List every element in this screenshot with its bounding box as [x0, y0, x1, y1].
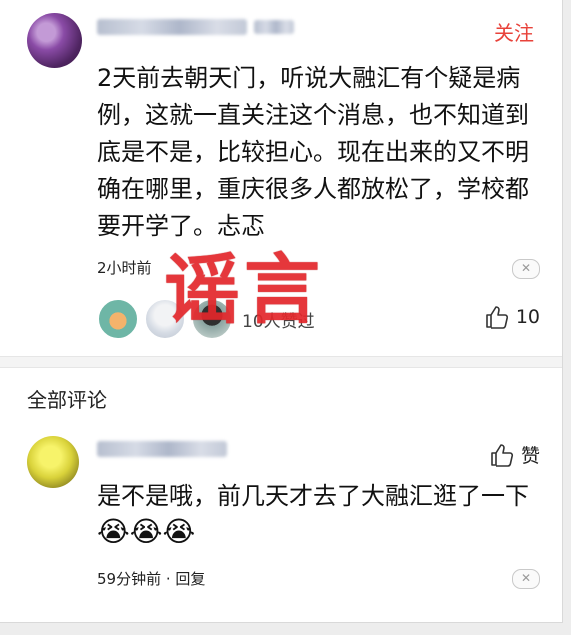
post-card: 关注 2天前去朝天门，听说大融汇有个疑是病例，这就一直关注这个消息，也不知道到底… [0, 0, 562, 356]
crying-emoji: 😭 [162, 515, 196, 548]
crying-emoji: 😭 [97, 515, 130, 548]
screenshot-frame: 关注 2天前去朝天门，听说大融汇有个疑是病例，这就一直关注这个消息，也不知道到底… [0, 0, 563, 623]
close-icon: ✕ [520, 261, 532, 275]
crying-emoji: 😭 [129, 515, 163, 548]
commenter-avatar[interactable] [27, 436, 79, 488]
post-like-button[interactable]: 10 [484, 304, 540, 330]
comment-like-label: 赞 [520, 445, 540, 467]
commenter-name-blurred[interactable] [97, 441, 227, 457]
dismiss-button[interactable]: ✕ [512, 259, 540, 279]
section-divider [0, 356, 562, 368]
comment-content: 是不是哦，前几天才去了大融汇逛了一下 😭😭😭 [97, 478, 542, 552]
author-name-blurred[interactable] [97, 19, 247, 35]
comment-dismiss-button[interactable]: ✕ [512, 569, 540, 589]
author-badge-blurred [254, 20, 294, 34]
author-avatar[interactable] [27, 13, 82, 68]
comments-heading: 全部评论 [27, 388, 107, 412]
post-time: 2小时前 [97, 259, 152, 277]
rumor-stamp: 谣言 [164, 245, 324, 334]
comment-meta[interactable]: 59分钟前 · 回复 [97, 568, 205, 589]
liker-avatar [97, 298, 139, 340]
thumbs-up-icon [484, 304, 510, 330]
comment-text: 是不是哦，前几天才去了大融汇逛了一下 [97, 482, 529, 510]
follow-button[interactable]: 关注 [494, 17, 534, 46]
post-content: 2天前去朝天门，听说大融汇有个疑是病例，这就一直关注这个消息，也不知道到底是不是… [97, 64, 529, 240]
comment-like-button[interactable]: 赞 [489, 441, 540, 468]
close-icon: ✕ [520, 571, 532, 585]
like-count: 10 [515, 306, 540, 328]
thumbs-up-icon [489, 442, 515, 468]
